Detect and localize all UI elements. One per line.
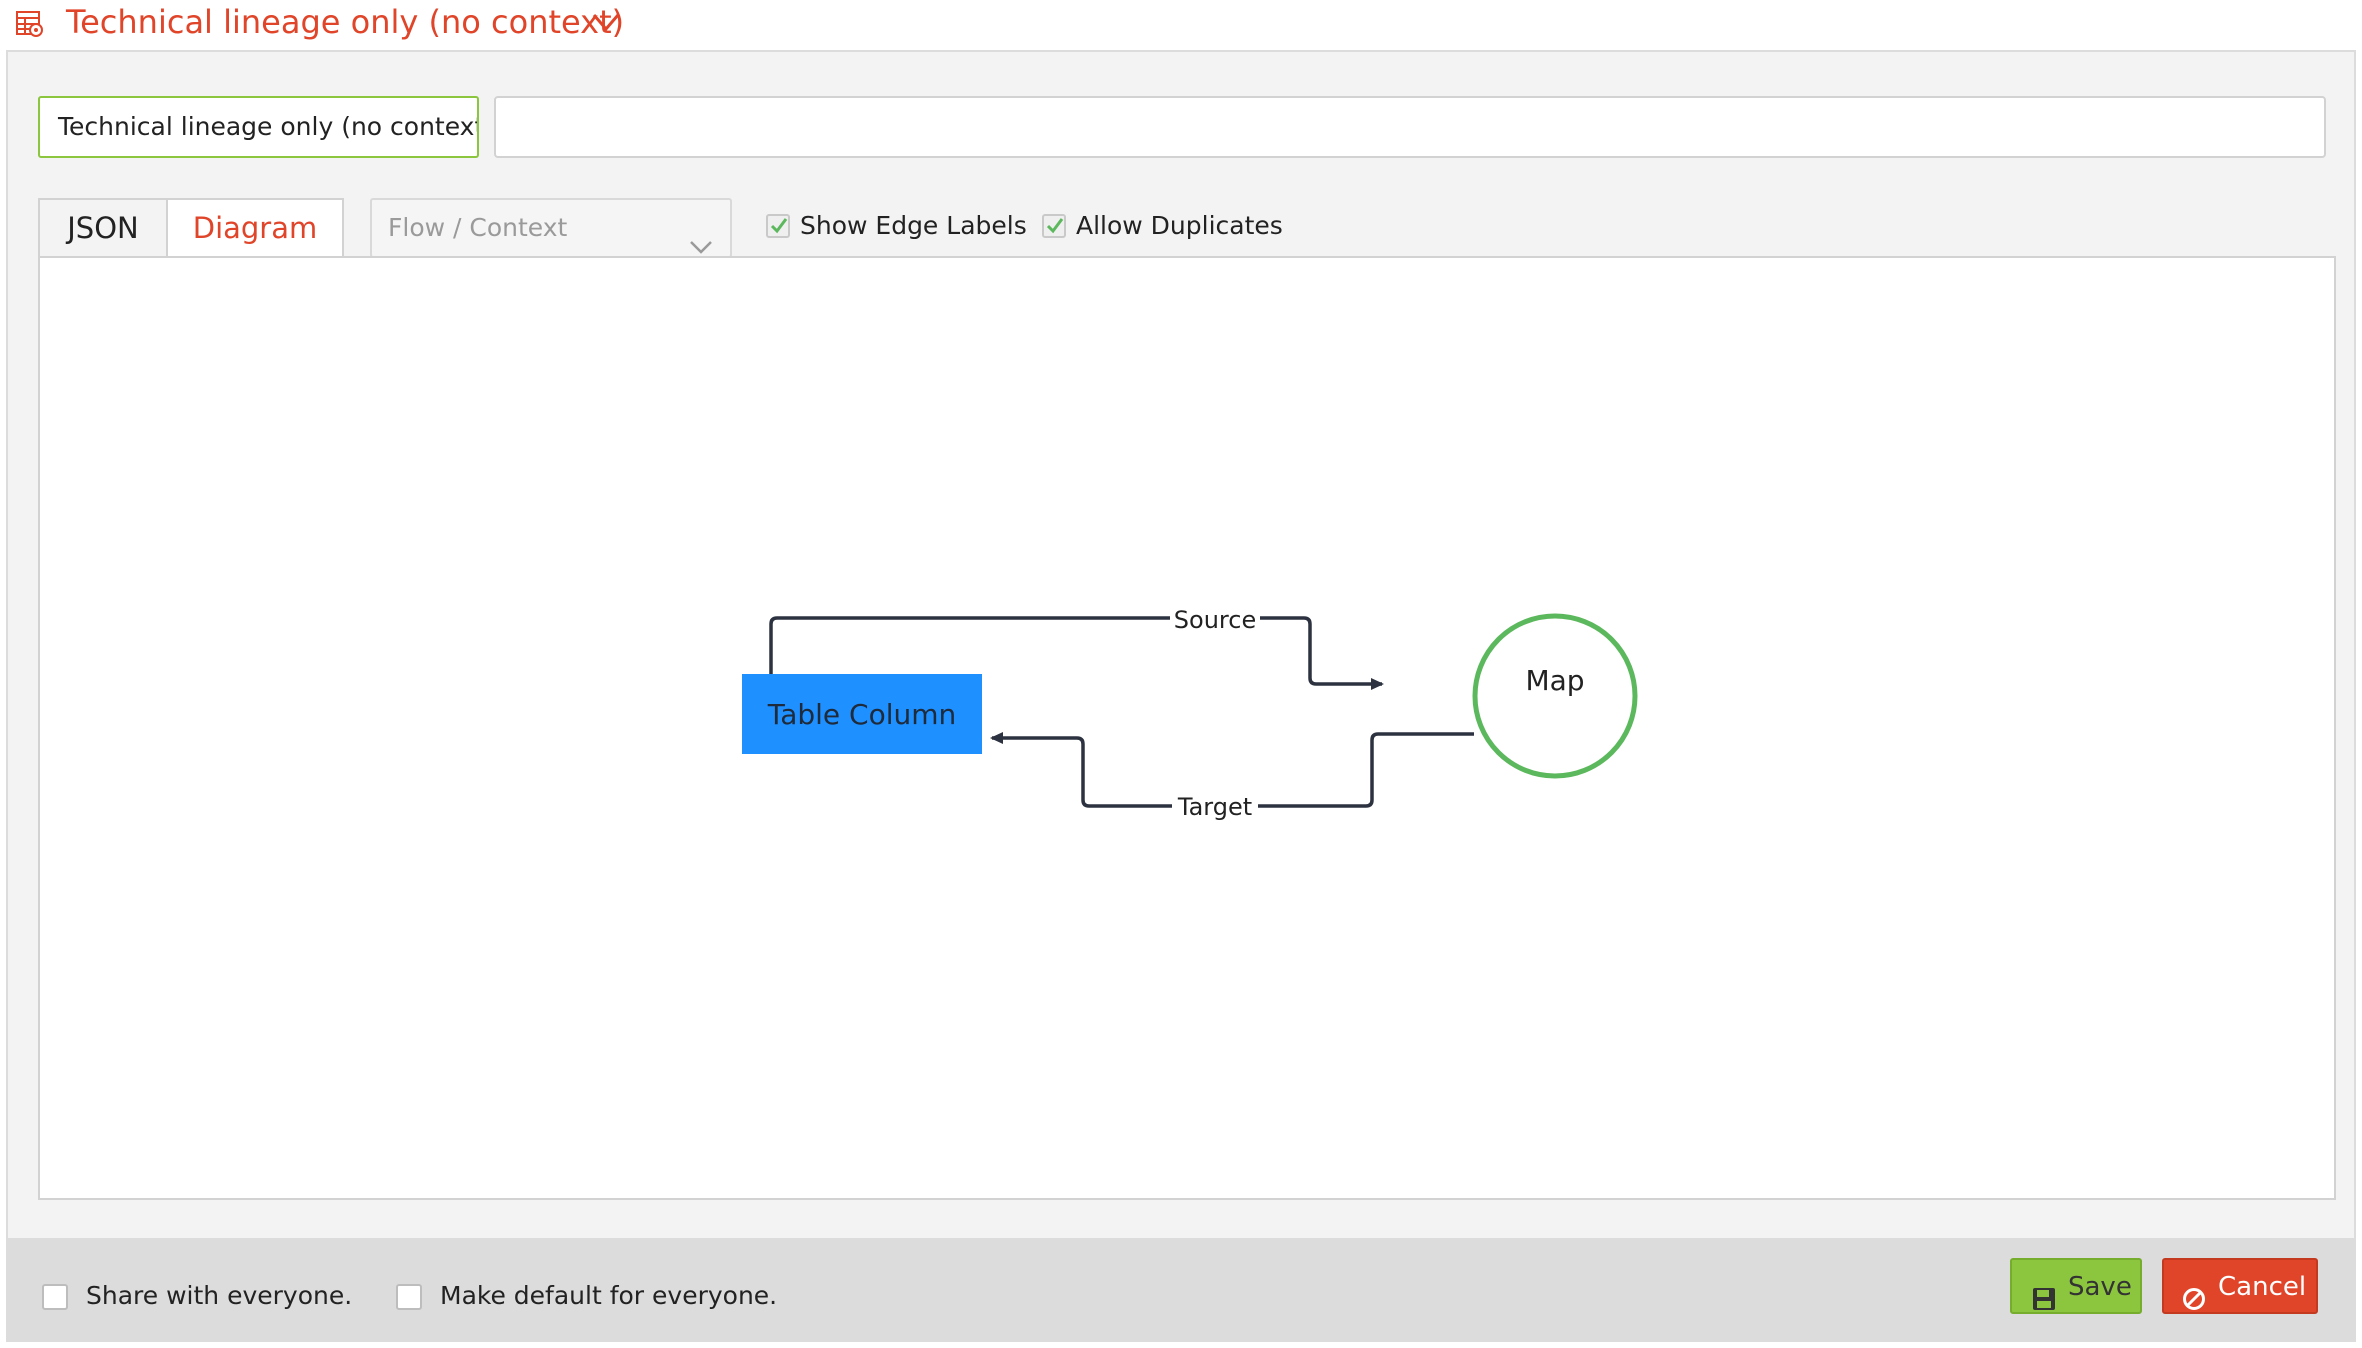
show-edge-labels-option[interactable]: Show Edge Labels bbox=[766, 206, 1027, 246]
flow-context-select[interactable]: Flow / Context bbox=[370, 198, 732, 258]
chevron-down-icon bbox=[688, 220, 714, 254]
node-table-column[interactable]: Table Column bbox=[742, 674, 982, 754]
floppy-disk-icon bbox=[2032, 1276, 2056, 1330]
allow-duplicates-option[interactable]: Allow Duplicates bbox=[1042, 206, 1302, 246]
cancel-button[interactable]: Cancel bbox=[2162, 1258, 2318, 1314]
ban-icon bbox=[2182, 1276, 2206, 1330]
edge-label-target: Target bbox=[1177, 793, 1252, 821]
share-checkbox[interactable] bbox=[42, 1284, 68, 1310]
show-edge-labels-label: Show Edge Labels bbox=[800, 211, 1027, 240]
node-table-column-label: Table Column bbox=[767, 698, 957, 731]
tab-json[interactable]: JSON bbox=[38, 198, 168, 256]
default-checkbox[interactable] bbox=[396, 1284, 422, 1310]
node-map[interactable]: Map bbox=[1472, 613, 1638, 779]
save-label: Save bbox=[2068, 1272, 2132, 1302]
checkmark-icon bbox=[1046, 218, 1064, 234]
table-view-icon bbox=[14, 8, 44, 38]
mode-select-value: Flow / Context bbox=[388, 213, 568, 242]
allow-duplicates-checkbox[interactable] bbox=[1042, 214, 1066, 238]
node-map-label: Map bbox=[1525, 664, 1584, 697]
view-name-input[interactable]: Technical lineage only (no context bbox=[38, 96, 479, 158]
tab-diagram[interactable]: Diagram bbox=[166, 198, 344, 256]
save-button[interactable]: Save bbox=[2010, 1258, 2142, 1314]
view-header: Technical lineage only (no context) bbox=[0, 0, 2362, 50]
checkmark-icon bbox=[770, 218, 788, 234]
default-label: Make default for everyone. bbox=[440, 1281, 778, 1310]
default-option[interactable]: Make default for everyone. bbox=[396, 1276, 796, 1316]
share-label: Share with everyone. bbox=[86, 1281, 353, 1310]
view-description-input[interactable] bbox=[494, 96, 2326, 158]
allow-duplicates-label: Allow Duplicates bbox=[1076, 211, 1283, 240]
dialog-footer: Share with everyone. Make default for ev… bbox=[8, 1238, 2354, 1340]
edge-label-source: Source bbox=[1174, 606, 1256, 634]
share-option[interactable]: Share with everyone. bbox=[42, 1276, 352, 1316]
diagram-canvas[interactable]: Source Target Table Column Map bbox=[38, 256, 2336, 1200]
chevron-down-icon[interactable] bbox=[590, 10, 622, 34]
view-editor-dialog: Technical lineage only (no context JSON … bbox=[6, 50, 2356, 1342]
cancel-label: Cancel bbox=[2218, 1272, 2307, 1302]
show-edge-labels-checkbox[interactable] bbox=[766, 214, 790, 238]
lineage-diagram: Source Target Table Column Map bbox=[742, 602, 1638, 822]
view-title[interactable]: Technical lineage only (no context) bbox=[66, 2, 624, 42]
